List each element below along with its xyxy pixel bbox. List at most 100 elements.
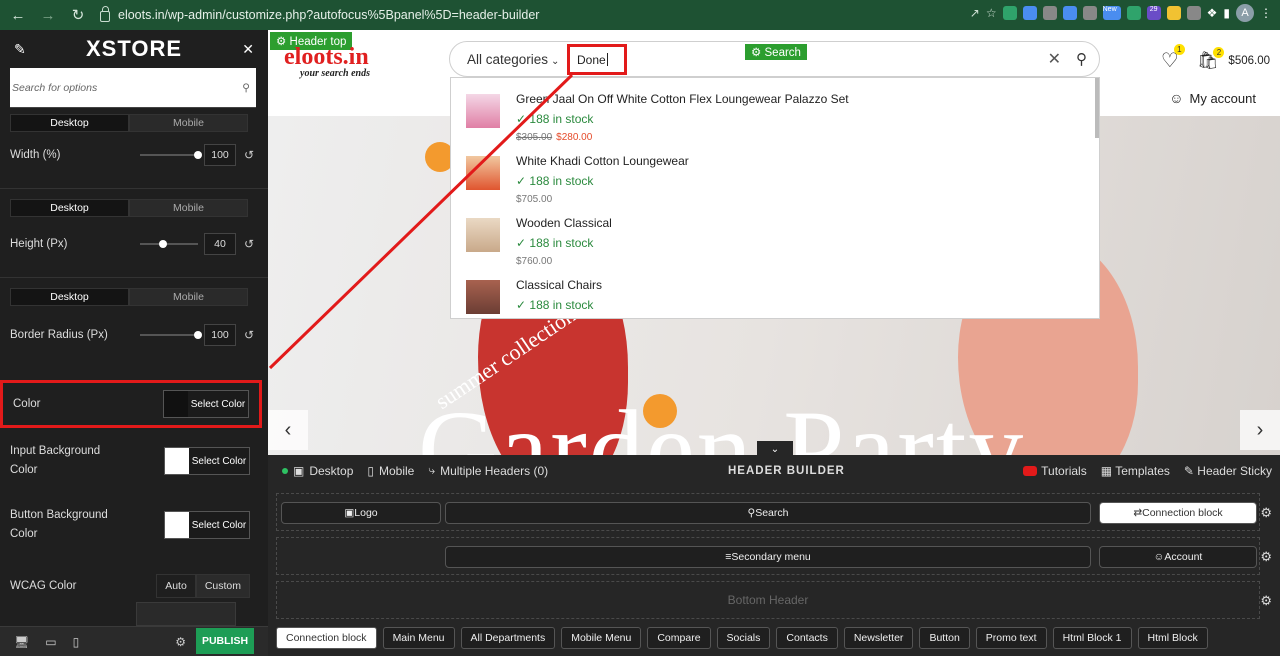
radius-value[interactable]: 100: [204, 324, 236, 346]
extension-icon[interactable]: [1022, 6, 1037, 20]
search-options-input[interactable]: Search for options ⚲: [10, 68, 256, 108]
mobile-preview-icon[interactable]: ▯: [73, 635, 80, 649]
reload-icon[interactable]: ↻: [66, 6, 90, 24]
cart-button[interactable]: 🛍 2 $506.00: [1197, 46, 1270, 71]
wcag-row: WCAG Color Auto Custom: [10, 574, 250, 598]
tab-desktop[interactable]: Desktop: [10, 288, 129, 306]
color-picker-button[interactable]: Select Color: [163, 390, 249, 418]
clear-icon[interactable]: ✕: [1048, 49, 1061, 69]
pin-icon[interactable]: ✎: [14, 41, 26, 58]
wishlist-icon[interactable]: ♡ 1: [1161, 44, 1185, 73]
star-icon[interactable]: ☆: [986, 6, 997, 20]
search-block[interactable]: ⚲ Search: [445, 502, 1091, 524]
element-main-menu[interactable]: Main Menu: [382, 627, 455, 649]
element-html-block[interactable]: Html Block: [1137, 627, 1208, 649]
tutorials-link[interactable]: Tutorials: [1023, 464, 1087, 478]
element-compare[interactable]: Compare: [647, 627, 711, 649]
element-connection-block[interactable]: Connection block: [276, 627, 377, 649]
width-value[interactable]: 100: [204, 144, 236, 166]
search-result-item[interactable]: Wooden Classical ✓ 188 in stock $760.00: [451, 202, 1099, 267]
tab-mobile[interactable]: Mobile: [129, 199, 248, 217]
search-icon[interactable]: ⚲: [1076, 50, 1087, 68]
radius-slider[interactable]: [140, 331, 202, 339]
element-button[interactable]: Button: [919, 627, 970, 649]
wcag-color-picker[interactable]: [136, 602, 236, 626]
height-slider-knob[interactable]: [159, 240, 168, 248]
tab-desktop[interactable]: Desktop: [10, 114, 129, 132]
settings-icon[interactable]: ⚙: [175, 635, 186, 649]
element-promo-text[interactable]: Promo text: [975, 627, 1047, 649]
share-icon[interactable]: ↗: [970, 6, 980, 20]
connection-block[interactable]: ⇄ Connection block: [1099, 502, 1257, 524]
monitor-icon: ▣: [293, 463, 305, 478]
search-input[interactable]: Done: [567, 44, 627, 75]
extension-icon[interactable]: [1042, 6, 1057, 20]
menu-icon[interactable]: ⋮: [1260, 6, 1272, 20]
forward-icon[interactable]: →: [36, 7, 60, 24]
search-result-item[interactable]: Classical Chairs ✓ 188 in stock: [451, 264, 1099, 318]
element-socials[interactable]: Socials: [716, 627, 771, 649]
my-account-link[interactable]: ☺ My account: [1169, 90, 1256, 106]
sidebar-icon[interactable]: ▮: [1223, 6, 1230, 20]
account-block[interactable]: ☺ Account: [1099, 546, 1257, 568]
tab-mobile[interactable]: Mobile: [129, 114, 248, 132]
close-icon[interactable]: ✕: [242, 41, 254, 58]
wcag-auto-button[interactable]: Auto: [156, 574, 196, 598]
search-element-tag[interactable]: ⚙ Search: [745, 44, 807, 60]
row-settings-icon[interactable]: ⚙: [1260, 593, 1272, 609]
prev-slide-button[interactable]: ‹: [268, 410, 308, 450]
tablet-preview-icon[interactable]: ▭: [45, 635, 56, 649]
extension-icon[interactable]: [1082, 6, 1097, 20]
grammarly-icon[interactable]: [1126, 6, 1141, 20]
element-all-departments[interactable]: All Departments: [460, 627, 556, 649]
reset-icon[interactable]: ↺: [242, 237, 256, 251]
divider: [0, 188, 268, 189]
puzzle-icon[interactable]: ❖: [1207, 6, 1218, 20]
extension-icon[interactable]: [1002, 6, 1017, 20]
width-slider[interactable]: [140, 151, 202, 159]
next-slide-button[interactable]: ›: [1240, 410, 1280, 450]
product-thumbnail: [466, 94, 500, 128]
radius-slider-knob[interactable]: [194, 331, 202, 339]
profile-avatar[interactable]: A: [1236, 4, 1254, 22]
element-newsletter[interactable]: Newsletter: [843, 627, 914, 649]
desktop-toggle[interactable]: ▣ Desktop: [282, 464, 353, 478]
extension-icon[interactable]: [1186, 6, 1201, 20]
extension-new-icon[interactable]: New: [1102, 6, 1121, 20]
product-thumbnail: [466, 156, 500, 190]
grid-icon: ▦: [1100, 463, 1113, 478]
row-settings-icon[interactable]: ⚙: [1260, 549, 1272, 565]
results-scrollbar[interactable]: [1095, 78, 1099, 138]
element-html-block-1[interactable]: Html Block 1: [1052, 627, 1132, 649]
back-icon[interactable]: ←: [6, 7, 30, 24]
search-result-item[interactable]: Green Jaal On Off White Cotton Flex Loun…: [451, 78, 1099, 143]
category-select[interactable]: All categories ⌄: [450, 52, 562, 67]
logo-block[interactable]: ▣ Logo: [281, 502, 441, 524]
desktop-preview-icon[interactable]: 🖥: [14, 635, 29, 649]
reset-icon[interactable]: ↺: [242, 328, 256, 342]
secondary-menu-block[interactable]: ≡ Secondary menu: [445, 546, 1091, 568]
mobile-toggle[interactable]: ▯ Mobile: [367, 464, 414, 478]
extension-badge-icon[interactable]: 29: [1146, 6, 1161, 20]
row-settings-icon[interactable]: ⚙: [1260, 505, 1272, 521]
product-search-bar: All categories ⌄ Done ⚙ Search ✕ ⚲: [449, 41, 1100, 77]
multiple-headers-button[interactable]: ⤷ Multiple Headers (0): [428, 463, 548, 478]
extension-icon[interactable]: [1062, 6, 1077, 20]
width-slider-knob[interactable]: [194, 151, 202, 159]
button-bg-picker-button[interactable]: Select Color: [164, 511, 250, 539]
height-slider[interactable]: [140, 240, 198, 248]
wcag-custom-button[interactable]: Custom: [195, 574, 250, 598]
publish-button[interactable]: PUBLISH: [196, 628, 254, 654]
extension-icon[interactable]: [1166, 6, 1181, 20]
header-sticky-link[interactable]: ✎ Header Sticky: [1184, 464, 1272, 478]
tab-desktop[interactable]: Desktop: [10, 199, 129, 217]
reset-icon[interactable]: ↺: [242, 148, 256, 162]
height-value[interactable]: 40: [204, 233, 236, 255]
site-logo[interactable]: eloots.in your search ends: [284, 44, 370, 79]
templates-link[interactable]: ▦ Templates: [1101, 464, 1170, 478]
input-bg-picker-button[interactable]: Select Color: [164, 447, 250, 475]
element-mobile-menu[interactable]: Mobile Menu: [561, 627, 642, 649]
element-contacts[interactable]: Contacts: [776, 627, 838, 649]
search-result-item[interactable]: White Khadi Cotton Loungewear ✓ 188 in s…: [451, 140, 1099, 205]
tab-mobile[interactable]: Mobile: [129, 288, 248, 306]
